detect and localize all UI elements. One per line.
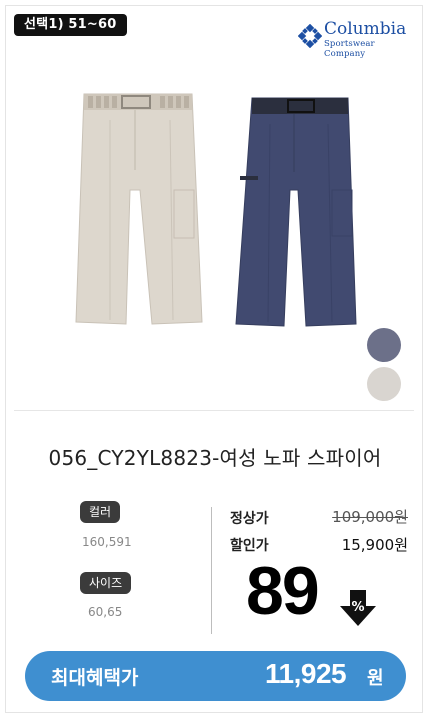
discount-percent-symbol: %	[351, 600, 364, 615]
size-option-value: 60,65	[88, 605, 123, 619]
discount-rate: 89	[246, 553, 320, 629]
color-option-label: 컬러	[80, 501, 121, 523]
size-option-label: 사이즈	[80, 572, 132, 594]
navy-shorts-image	[235, 97, 357, 327]
regular-price-label: 정상가	[230, 511, 269, 527]
option-group-badge: 선택1) 51~60	[14, 14, 127, 36]
product-image[interactable]	[40, 80, 380, 340]
discount-down-arrow-icon: %	[340, 590, 376, 626]
product-title[interactable]: 056_CY2YL8823-여성 노파 스파이어	[0, 442, 430, 471]
max-benefit-button[interactable]: 최대혜택가 11,925 원	[25, 651, 406, 701]
columbia-diamond-icon	[298, 24, 322, 48]
max-benefit-amount: 11,925	[265, 658, 347, 689]
price-divider	[211, 507, 212, 634]
max-benefit-unit: 원	[367, 668, 384, 689]
brand-logo: Columbia Sportswear Company	[298, 19, 408, 59]
brand-name: Columbia	[324, 19, 407, 39]
brand-subtitle: Sportswear Company	[324, 39, 375, 59]
beige-shorts-image	[75, 93, 203, 325]
color-swatch-navy[interactable]	[367, 328, 401, 362]
color-option-value: 160,591	[82, 535, 132, 549]
max-benefit-label: 최대혜택가	[51, 667, 139, 689]
regular-price: 109,000원	[332, 508, 408, 526]
divider	[14, 410, 414, 411]
color-swatch-beige[interactable]	[367, 367, 401, 401]
